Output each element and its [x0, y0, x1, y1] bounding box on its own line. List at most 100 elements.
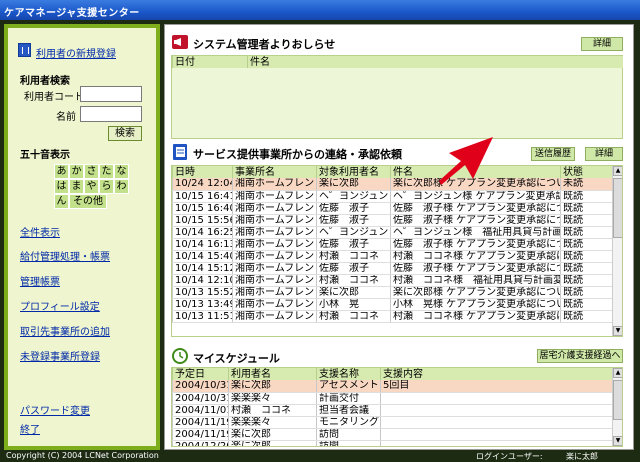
user-code-input[interactable]	[80, 86, 142, 102]
schedule-scroll-up-icon[interactable]: ▲	[613, 368, 622, 378]
request-office: 湘南ホームフレンド	[232, 202, 317, 215]
request-row[interactable]: 10/14 15:12 湘南ホームフレンド 佐藤 淑子 佐藤 淑子様 ケアプラン変更承…	[172, 262, 613, 275]
kana-ta-button[interactable]: た	[99, 164, 114, 179]
schedule-row[interactable]: 2004/11/19 楽に次郎 訪問	[172, 428, 613, 441]
request-row[interactable]: 10/14 16:25 湘南ホームフレンド ヘ゜ヨンジュン ヘ゜ヨンジュン様 福祉用具…	[172, 226, 613, 239]
request-table-header: 日時 事業所名 対象利用者名 件名 状態	[172, 166, 613, 178]
main-area: システム管理者よりおしらせ 詳細 日付 件名 サービス提供事業所からの連絡・承認…	[164, 24, 634, 450]
management-forms-link[interactable]: 管理帳票	[20, 273, 60, 288]
request-office: 湘南ホームフレンド	[232, 286, 317, 299]
request-datetime: 10/15 16:41	[172, 190, 233, 203]
request-status: 既読	[560, 250, 613, 263]
scroll-thumb[interactable]	[613, 178, 622, 238]
request-datetime: 10/15 15:56	[172, 214, 233, 227]
request-target-user: 村瀬 ココネ	[316, 310, 391, 323]
request-office: 湘南ホームフレンド	[232, 178, 317, 191]
request-scrollbar[interactable]: ▲ ▼	[612, 166, 622, 336]
schedule-row[interactable]: 2004/11/19 楽楽楽々 モニタリング	[172, 416, 613, 429]
kana-wa-button[interactable]: わ	[114, 179, 129, 194]
col-support-name: 支援名称	[316, 368, 381, 380]
sent-history-button[interactable]: 送信履歴	[531, 147, 575, 161]
schedule-support-content	[380, 416, 613, 429]
new-user-link[interactable]: 利用者の新規登録	[36, 45, 116, 60]
copyright-text: Copyright (C) 2004 LCNet Corporation	[6, 451, 159, 460]
request-row[interactable]: 10/24 12:04 湘南ホームフレンド 楽に次郎 楽に次郎様 ケアプラン変更承認に…	[172, 178, 613, 191]
schedule-user: 楽に次郎	[228, 428, 317, 441]
password-change-link[interactable]: パスワード変更	[20, 402, 90, 417]
request-row[interactable]: 10/14 16:13 湘南ホームフレンド 佐藤 淑子 佐藤 淑子様 ケアプラン変更承…	[172, 238, 613, 251]
kana-ha-button[interactable]: は	[54, 179, 69, 194]
schedule-row[interactable]: 2004/10/31 楽に次郎 アセスメント 5回目	[172, 380, 613, 393]
schedule-support-name: 訪問	[316, 440, 381, 446]
schedule-support-name: モニタリング	[316, 416, 381, 429]
request-status: 既読	[560, 226, 613, 239]
request-target-user: 村瀬 ココネ	[316, 274, 391, 287]
kana-ra-button[interactable]: ら	[99, 179, 114, 194]
request-status: 既読	[560, 262, 613, 275]
schedule-date: 2004/10/31	[172, 380, 229, 393]
benefit-management-link[interactable]: 給付管理処理・帳票	[20, 248, 110, 263]
kana-ka-button[interactable]: か	[69, 164, 84, 179]
request-row[interactable]: 10/13 13:49 湘南ホームフレンド 小林 晃小林 晃様 ケアプラン変更承認に…	[172, 298, 613, 311]
request-subject: 佐藤 淑子様 ケアプラン変更承認につ	[390, 214, 561, 227]
support-record-button[interactable]: 居宅介護支援経過へ	[537, 349, 623, 363]
scroll-down-arrow-icon[interactable]: ▼	[613, 326, 622, 336]
provider-requests-title: サービス提供事業所からの連絡・承認依頼	[193, 148, 402, 161]
request-office: 湘南ホームフレンド	[232, 274, 317, 287]
kana-ma-button[interactable]: ま	[69, 179, 84, 194]
schedule-support-content	[380, 428, 613, 441]
request-office: 湘南ホームフレンド	[232, 262, 317, 275]
request-target-user: 小林 晃	[316, 298, 391, 311]
name-input[interactable]	[80, 106, 142, 122]
col-target-user: 対象利用者名	[316, 166, 391, 178]
request-row[interactable]: 10/14 12:10 湘南ホームフレンド 村瀬 ココネ 村瀬 ココネ様 福祉用具貸与…	[172, 274, 613, 287]
request-office: 湘南ホームフレンド	[232, 214, 317, 227]
kana-a-button[interactable]: あ	[54, 164, 69, 179]
request-detail-button[interactable]: 詳細	[585, 147, 623, 161]
request-row[interactable]: 10/15 16:41 湘南ホームフレンド ヘ゜ヨンジュン ヘ゜ヨンジュン様 ケアプラ…	[172, 190, 613, 203]
request-target-user: 佐藤 淑子	[316, 238, 391, 251]
request-subject: 村瀬 ココネ様 ケアプラン変更承認につ	[390, 310, 561, 323]
schedule-scroll-thumb[interactable]	[613, 380, 622, 420]
user-code-label: 利用者コード	[24, 92, 84, 103]
schedule-date: 2004/10/31	[172, 392, 229, 405]
schedule-row[interactable]: 2004/10/31 楽楽楽々 計画交付	[172, 392, 613, 405]
notice-detail-button[interactable]: 詳細	[581, 37, 623, 51]
kana-sa-button[interactable]: さ	[84, 164, 99, 179]
kana-ya-button[interactable]: や	[84, 179, 99, 194]
profile-settings-link[interactable]: プロフィール設定	[20, 298, 100, 313]
request-datetime: 10/15 16:40	[172, 202, 233, 215]
request-datetime: 10/14 15:12	[172, 262, 233, 275]
kana-n-button[interactable]: ん	[54, 194, 69, 209]
request-row[interactable]: 10/15 15:56 湘南ホームフレンド 佐藤 淑子 佐藤 淑子様 ケアプラン変更承…	[172, 214, 613, 227]
show-all-link[interactable]: 全件表示	[20, 224, 60, 239]
request-row[interactable]: 10/15 16:40 湘南ホームフレンド 佐藤 淑子 佐藤 淑子様 ケアプラン変更承…	[172, 202, 613, 215]
add-partner-office-link[interactable]: 取引先事業所の追加	[20, 323, 110, 338]
request-datetime: 10/14 12:10	[172, 274, 233, 287]
schedule-scrollbar[interactable]: ▲ ▼	[612, 368, 622, 446]
app-shell: 利用者の新規登録 利用者検索 利用者コード 名前 検索 五十音表示 あ か さ …	[0, 20, 640, 462]
scroll-up-arrow-icon[interactable]: ▲	[613, 166, 622, 176]
kana-na-button[interactable]: な	[114, 164, 129, 179]
request-office: 湘南ホームフレンド	[232, 250, 317, 263]
request-subject: ヘ゜ヨンジュン様 福祉用具貸与計画変	[390, 226, 561, 239]
schedule-row[interactable]: 2004/11/01 村瀬 ココネ 担当者会議	[172, 404, 613, 417]
request-datetime: 10/13 15:52	[172, 286, 233, 299]
request-row[interactable]: 10/13 11:51 湘南ホームフレンド 村瀬 ココネ 村瀬 ココネ様 ケアプラン変…	[172, 310, 613, 323]
schedule-row[interactable]: 2004/12/20 楽に次郎 訪問	[172, 440, 613, 446]
request-row[interactable]: 10/14 15:40 湘南ホームフレンド 村瀬 ココネ 村瀬 ココネ様 ケアプラン変…	[172, 250, 613, 263]
request-status: 既読	[560, 286, 613, 299]
schedule-scroll-down-icon[interactable]: ▼	[613, 436, 622, 446]
request-status: 既読	[560, 214, 613, 227]
request-datetime: 10/14 15:40	[172, 250, 233, 263]
provider-requests-panel: サービス提供事業所からの連絡・承認依頼 送信履歴 詳細 日時 事業所名 対象利用…	[171, 143, 631, 343]
schedule-panel: マイスケジュール 居宅介護支援経過へ 予定日 利用者名 支援名称 支援内容 20…	[171, 345, 631, 449]
col-office: 事業所名	[232, 166, 317, 178]
exit-link[interactable]: 終了	[20, 421, 40, 436]
schedule-user: 楽に次郎	[228, 380, 317, 393]
request-subject: 村瀬 ココネ様 ケアプラン変更承認につ	[390, 250, 561, 263]
kana-other-button[interactable]: その他	[69, 194, 107, 209]
search-button[interactable]: 検索	[108, 126, 142, 141]
unregistered-office-link[interactable]: 未登録事業所登録	[20, 348, 100, 363]
request-row[interactable]: 10/13 15:52 湘南ホームフレンド 楽に次郎 楽に次郎様 ケアプラン変更承認に…	[172, 286, 613, 299]
